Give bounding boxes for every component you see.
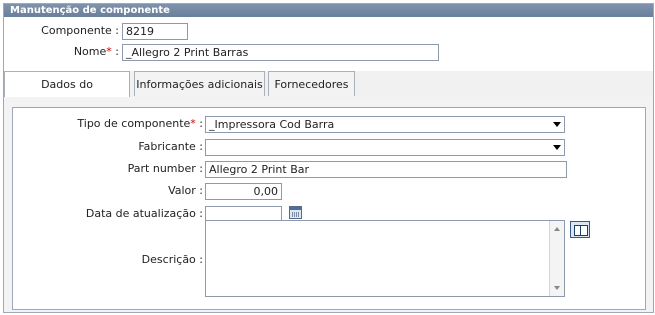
tipo-selected-value: _Impressora Cod Barra	[209, 118, 335, 131]
descricao-label: Descrição :	[141, 253, 203, 266]
nome-colon: :	[115, 45, 119, 58]
tipo-label-text: Tipo de componente	[77, 117, 191, 130]
nome-label: Nome* :	[14, 44, 119, 60]
nome-required-marker: *	[106, 45, 112, 58]
window-title: Manutenção de componente	[4, 4, 653, 17]
tab-informacoes-adicionais[interactable]: Informações adicionais	[134, 71, 265, 96]
book-icon[interactable]	[570, 221, 590, 238]
tab-fornecedores[interactable]: Fornecedores	[268, 71, 355, 96]
part-number-label: Part number :	[127, 162, 203, 175]
data-atualizacao-label: Data de atualização :	[85, 207, 203, 220]
form-area: Tipo de componente* : _Impressora Cod Ba…	[12, 107, 646, 310]
tipo-select[interactable]: _Impressora Cod Barra	[205, 116, 565, 133]
valor-field[interactable]: 0,00	[205, 183, 282, 200]
tab-dados-componente[interactable]: Dados do componente	[4, 71, 130, 116]
nome-field[interactable]: _Allegro 2 Print Barras	[122, 44, 439, 61]
chevron-down-icon	[553, 145, 561, 150]
componente-field[interactable]: 8219	[122, 23, 188, 40]
tipo-colon: :	[199, 117, 203, 130]
valor-label: Valor :	[168, 184, 203, 197]
componente-label: Componente :	[41, 24, 119, 37]
tab-panel: Tipo de componente* : _Impressora Cod Ba…	[4, 97, 653, 312]
calendar-icon[interactable]	[289, 206, 302, 219]
component-maintenance-window: Manutenção de componente Componente : 82…	[3, 3, 654, 313]
descricao-textarea[interactable]	[205, 220, 565, 297]
part-number-field[interactable]: Allegro 2 Print Bar	[205, 161, 567, 178]
fabricante-select[interactable]	[205, 139, 565, 156]
scroll-up-icon[interactable]	[554, 227, 560, 231]
tipo-label: Tipo de componente* :	[23, 116, 203, 132]
scroll-down-icon[interactable]	[554, 286, 560, 290]
fabricante-label: Fabricante :	[138, 140, 203, 153]
nome-label-text: Nome	[73, 45, 107, 58]
descricao-scrollbar[interactable]	[549, 221, 564, 296]
tab-bar: Dados do componente Informações adiciona…	[4, 71, 653, 116]
chevron-down-icon	[553, 122, 561, 127]
tipo-required-marker: *	[190, 117, 196, 130]
